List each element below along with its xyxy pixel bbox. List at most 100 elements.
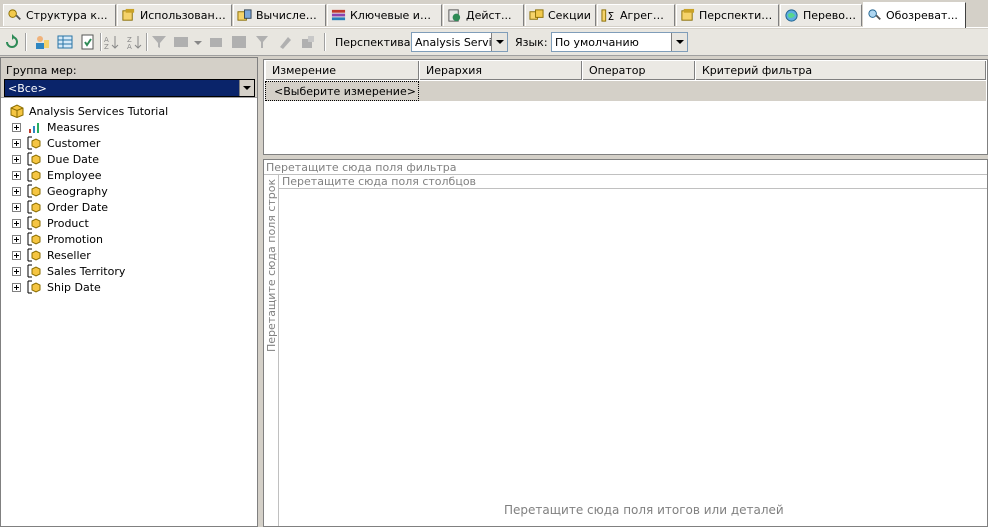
sort-descending-icon[interactable]: ZA (127, 34, 143, 50)
tree-root[interactable]: Analysis Services Tutorial (9, 103, 168, 119)
data-drop-zone[interactable]: Перетащите сюда поля итогов или деталей (504, 503, 784, 517)
show-empty-cells-icon[interactable] (57, 34, 73, 50)
filter-grid-header: Измерение Иерархия Оператор Критерий фил… (265, 61, 986, 80)
tab-kpis[interactable]: Ключевые ин... (327, 4, 442, 26)
column-header-operator[interactable]: Оператор (582, 61, 695, 80)
expand-plus-icon[interactable] (12, 282, 21, 292)
browser-toolbar: AZ ZA Перспектива: Analysis Services Язы… (0, 29, 988, 56)
expand-plus-icon[interactable] (12, 234, 21, 244)
perspective-select[interactable]: Analysis Services (411, 32, 508, 52)
tree-item[interactable]: Product (12, 215, 89, 231)
tree-item[interactable]: Due Date (12, 151, 99, 167)
svg-text:Z: Z (104, 43, 109, 50)
tab-partitions[interactable]: Секции (525, 4, 596, 26)
tab-aggregations[interactable]: Σ Агрега... (597, 4, 675, 26)
metadata-panel: Группа мер: <Все> Analysis Services Tuto… (0, 57, 258, 527)
tree-item[interactable]: Employee (12, 167, 101, 183)
tree-item-label: Order Date (47, 200, 109, 214)
expand-plus-icon[interactable] (12, 266, 21, 276)
tab-cube-structure[interactable]: Структура к... (3, 4, 116, 26)
tab-translations[interactable]: Переводы (780, 4, 862, 26)
toolbar-separator (25, 33, 27, 51)
chevron-down-icon[interactable] (194, 41, 202, 45)
tab-actions[interactable]: Дейст... (443, 4, 524, 26)
tab-perspectives[interactable]: Перспективы (676, 4, 779, 26)
tree-item-label: Promotion (47, 232, 103, 246)
clear-results-icon[interactable] (254, 34, 270, 50)
expand-plus-icon[interactable] (12, 202, 21, 212)
dimension-icon (27, 248, 41, 262)
filter-icon[interactable] (151, 34, 167, 50)
tree-item[interactable]: Reseller (12, 247, 91, 263)
properties-icon[interactable] (300, 34, 316, 50)
language-select[interactable]: По умолчанию (551, 32, 688, 52)
dimension-icon (27, 232, 41, 246)
tree-item[interactable]: Customer (12, 135, 100, 151)
column-header-dimension[interactable]: Измерение (265, 61, 419, 80)
measure-group-value: <Все> (8, 81, 47, 95)
row-drop-zone-label: Перетащите сюда поля строк (265, 178, 278, 352)
pivot-table-area: Перетащите сюда поля фильтра Перетащите … (263, 159, 988, 527)
svg-text:Σ: Σ (608, 11, 615, 23)
dimension-icon (27, 264, 41, 278)
tree-item-label: Measures (47, 120, 100, 134)
language-value: По умолчанию (555, 35, 639, 49)
tab-browser[interactable]: Обозреват... (863, 2, 966, 28)
row-drop-zone[interactable]: Перетащите сюда поля строк (264, 175, 279, 526)
dimension-icon (27, 200, 41, 214)
expand-plus-icon[interactable] (12, 122, 21, 132)
dimension-icon (27, 216, 41, 230)
perspectives-icon (681, 8, 695, 21)
expand-plus-icon[interactable] (12, 154, 21, 164)
dimension-usage-icon (122, 8, 135, 21)
tree-item[interactable]: Sales Territory (12, 263, 125, 279)
measures-icon (29, 123, 39, 133)
expand-plus-icon[interactable] (12, 170, 21, 180)
column-header-filter-expression[interactable]: Критерий фильтра (695, 61, 986, 80)
cube-structure-icon (8, 9, 21, 21)
sort-ascending-icon[interactable]: AZ (104, 34, 120, 50)
dimension-icon (27, 280, 41, 294)
filter-grid-row: <Выберите измерение> (265, 81, 986, 101)
drillthrough-icon[interactable] (173, 34, 189, 50)
collapse-icon[interactable] (231, 34, 247, 50)
filter-grid: Измерение Иерархия Оператор Критерий фил… (263, 59, 988, 155)
change-user-icon[interactable] (34, 34, 50, 50)
edit-icon[interactable] (277, 34, 293, 50)
measure-group-select[interactable]: <Все> (4, 79, 255, 97)
expand-icon[interactable] (208, 34, 224, 50)
tree-item[interactable]: Measures (12, 119, 99, 135)
translations-icon (785, 9, 798, 22)
dimension-icon (27, 136, 41, 150)
tree-root-label: Analysis Services Tutorial (29, 104, 169, 118)
auto-execute-icon[interactable] (80, 34, 96, 50)
tree-item[interactable]: Ship Date (12, 279, 101, 295)
column-drop-zone[interactable]: Перетащите сюда поля столбцов (279, 175, 987, 189)
tab-calculations[interactable]: Вычисления (233, 4, 326, 26)
tree-item[interactable]: Order Date (12, 199, 108, 215)
kpi-icon (331, 9, 346, 21)
column-header-hierarchy[interactable]: Иерархия (419, 61, 582, 80)
reconnect-icon[interactable] (4, 34, 20, 50)
expand-plus-icon[interactable] (12, 186, 21, 196)
measure-group-label: Группа мер: (6, 64, 77, 77)
tab-dimension-usage[interactable]: Использовани... (117, 4, 232, 26)
tree-item-label: Due Date (47, 152, 99, 166)
designer-tab-strip: Структура к... Использовани... Вычислени… (0, 0, 988, 28)
filter-drop-zone[interactable]: Перетащите сюда поля фильтра (264, 160, 987, 175)
expand-plus-icon[interactable] (12, 138, 21, 148)
expand-plus-icon[interactable] (12, 250, 21, 260)
chevron-down-icon[interactable] (491, 33, 507, 51)
toolbar-separator (100, 33, 102, 51)
tree-item[interactable]: Geography (12, 183, 108, 199)
dimension-icon (27, 168, 41, 182)
chevron-down-icon[interactable] (671, 33, 687, 51)
actions-icon (448, 9, 461, 22)
chevron-down-icon[interactable] (239, 80, 254, 96)
browser-icon (868, 9, 881, 21)
calculations-icon (237, 9, 252, 21)
tree-item[interactable]: Promotion (12, 231, 103, 247)
partitions-icon (529, 9, 544, 20)
expand-plus-icon[interactable] (12, 218, 21, 228)
select-dimension-cell[interactable]: <Выберите измерение> (265, 81, 419, 101)
